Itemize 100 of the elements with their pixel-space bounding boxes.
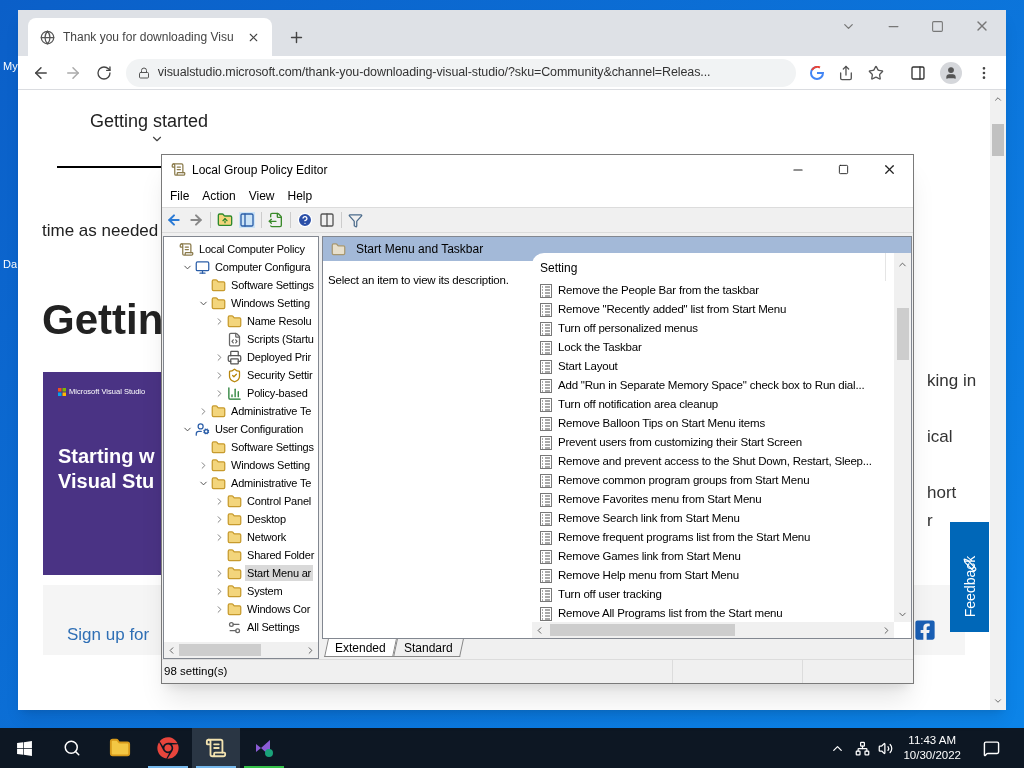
setting-item[interactable]: Turn off personalized menus [558, 319, 698, 338]
browser-tab[interactable]: Thank you for downloading Visu [28, 18, 272, 56]
clock[interactable]: 11:43 AM 10/30/2022 [903, 733, 961, 763]
scrollbar-thumb[interactable] [992, 124, 1004, 156]
scroll-down-icon[interactable] [993, 696, 1003, 706]
setting-item[interactable]: Add "Run in Separate Memory Space" check box to Run dial... [558, 376, 865, 395]
column-header[interactable]: Setting [532, 259, 578, 277]
tree-item[interactable]: Scripts (Startu [245, 330, 316, 348]
menu-item[interactable]: View [244, 186, 279, 205]
scrollbar-thumb[interactable] [550, 624, 735, 636]
view-icon[interactable] [319, 212, 335, 228]
setting-item[interactable]: Remove Help menu from Start Menu [558, 566, 739, 585]
desktop-icon-label[interactable]: Da [3, 256, 18, 273]
tree-item[interactable]: System [245, 582, 285, 600]
setting-item[interactable]: Remove the People Bar from the taskbar [558, 281, 759, 300]
folder-up-icon[interactable] [217, 212, 233, 228]
forward-icon[interactable] [188, 212, 204, 228]
tree-item[interactable]: Software Settings [229, 438, 316, 456]
feedback-button[interactable]: Feedback [950, 522, 989, 632]
body-text: time as needed [42, 220, 159, 242]
setting-item[interactable]: Remove "Recently added" list from Start Menu [558, 300, 787, 319]
volume-icon[interactable] [878, 740, 894, 756]
tree-item[interactable]: Windows Setting [229, 294, 312, 312]
tree-item[interactable]: Security Settir [245, 366, 315, 384]
folder-icon [211, 277, 226, 293]
setting-item[interactable]: Remove common program groups from Start Menu [558, 471, 810, 490]
folder-icon[interactable] [109, 737, 131, 759]
tree-item[interactable]: Deployed Prir [245, 348, 314, 366]
setting-item[interactable]: Turn off notification area cleanup [558, 395, 719, 414]
setting-item[interactable]: Remove and prevent access to the Shut Down, Restart, Sleep... [558, 452, 872, 471]
signup-link[interactable]: Sign up for [67, 622, 150, 648]
tree-item[interactable]: Control Panel [245, 492, 314, 510]
close-icon[interactable] [882, 162, 897, 177]
star-icon[interactable] [868, 64, 885, 81]
globe-icon [40, 29, 55, 45]
setting-item[interactable]: Remove Favorites menu from Start Menu [558, 490, 762, 509]
bar-chart-icon [227, 385, 242, 401]
tree-item[interactable]: Administrative Te [229, 474, 314, 492]
folder-icon [331, 241, 346, 257]
export-icon[interactable] [268, 212, 284, 228]
filter-icon[interactable] [348, 212, 363, 228]
share-icon[interactable] [838, 64, 855, 81]
setting-item[interactable]: Remove frequent programs list from the Start Menu [558, 528, 811, 547]
scrollbar-thumb[interactable] [179, 644, 261, 656]
windows-start-icon[interactable] [15, 739, 33, 757]
scroll-icon[interactable] [205, 737, 227, 759]
view-tab[interactable]: Extended [324, 639, 397, 657]
tree-item[interactable]: Administrative Te [229, 402, 314, 420]
facebook-icon[interactable] [914, 619, 936, 641]
body-text: ical [927, 426, 953, 448]
search-engine-icon[interactable] [810, 65, 825, 80]
network-icon[interactable] [855, 740, 871, 756]
scroll-up-icon[interactable] [993, 94, 1003, 104]
profile-avatar[interactable] [940, 61, 962, 84]
maximize-icon[interactable] [931, 19, 944, 33]
infinity-app-icon[interactable] [253, 737, 275, 759]
desktop-icon-label[interactable]: My [3, 58, 18, 75]
tree-item[interactable]: Windows Setting [229, 456, 312, 474]
setting-item[interactable]: Start Layout [558, 357, 618, 376]
reload-icon[interactable] [95, 64, 112, 81]
menu-item[interactable]: Action [198, 186, 240, 205]
menu-item[interactable]: File [166, 186, 194, 205]
setting-item[interactable]: Remove Games link from Start Menu [558, 547, 741, 566]
tree-item[interactable]: Computer Configura [213, 258, 313, 276]
tree-item[interactable]: Windows Cor [245, 600, 313, 618]
new-tab-icon[interactable] [288, 29, 305, 46]
tree-item[interactable]: User Configuration [213, 420, 306, 438]
tree-item[interactable]: Software Settings [229, 276, 316, 294]
tree-item[interactable]: Name Resolu [245, 312, 314, 330]
tree-item[interactable]: Local Computer Policy [197, 240, 307, 258]
tree-item[interactable]: Start Menu ar [245, 564, 314, 582]
help-icon[interactable] [297, 212, 313, 228]
nav-tab[interactable]: Getting started [90, 108, 209, 135]
maximize-icon[interactable] [838, 164, 849, 175]
tree-item[interactable]: Desktop [245, 510, 288, 528]
setting-item[interactable]: Remove Balloon Tips on Start Menu items [558, 414, 765, 433]
setting-item[interactable]: Remove All Programs list from the Start menu [558, 604, 783, 622]
notification-icon[interactable] [983, 739, 1000, 757]
folder-icon [227, 313, 242, 329]
setting-item[interactable]: Turn off user tracking [558, 585, 662, 604]
tree-item[interactable]: Network [245, 528, 288, 546]
body-text: r [927, 510, 933, 532]
printer-icon [227, 349, 242, 365]
tree-item[interactable]: Shared Folder [245, 546, 317, 564]
browser-icon[interactable] [157, 737, 179, 759]
setting-item[interactable]: Remove Search link from Start Menu [558, 509, 740, 528]
view-tab[interactable]: Standard [392, 639, 464, 657]
side-panel-icon[interactable] [910, 64, 927, 81]
folder-icon [227, 583, 242, 599]
scrollbar-thumb[interactable] [896, 308, 909, 360]
tree-item[interactable]: All Settings [245, 618, 302, 636]
tree-toggle-icon[interactable] [239, 212, 255, 228]
address-bar[interactable]: visualstudio.microsoft.com/thank-you-downloading-visual-studio/?sku=Community&channel=Releas... [125, 58, 797, 87]
setting-item[interactable]: Lock the Taskbar [558, 338, 642, 357]
setting-item[interactable]: Prevent users from customizing their Start Screen [558, 433, 802, 452]
search-icon[interactable] [63, 739, 81, 757]
policy-setting-icon [540, 321, 552, 336]
back-icon[interactable] [166, 212, 182, 228]
tree-item[interactable]: Policy-based [245, 384, 310, 402]
menu-item[interactable]: Help [283, 186, 317, 205]
